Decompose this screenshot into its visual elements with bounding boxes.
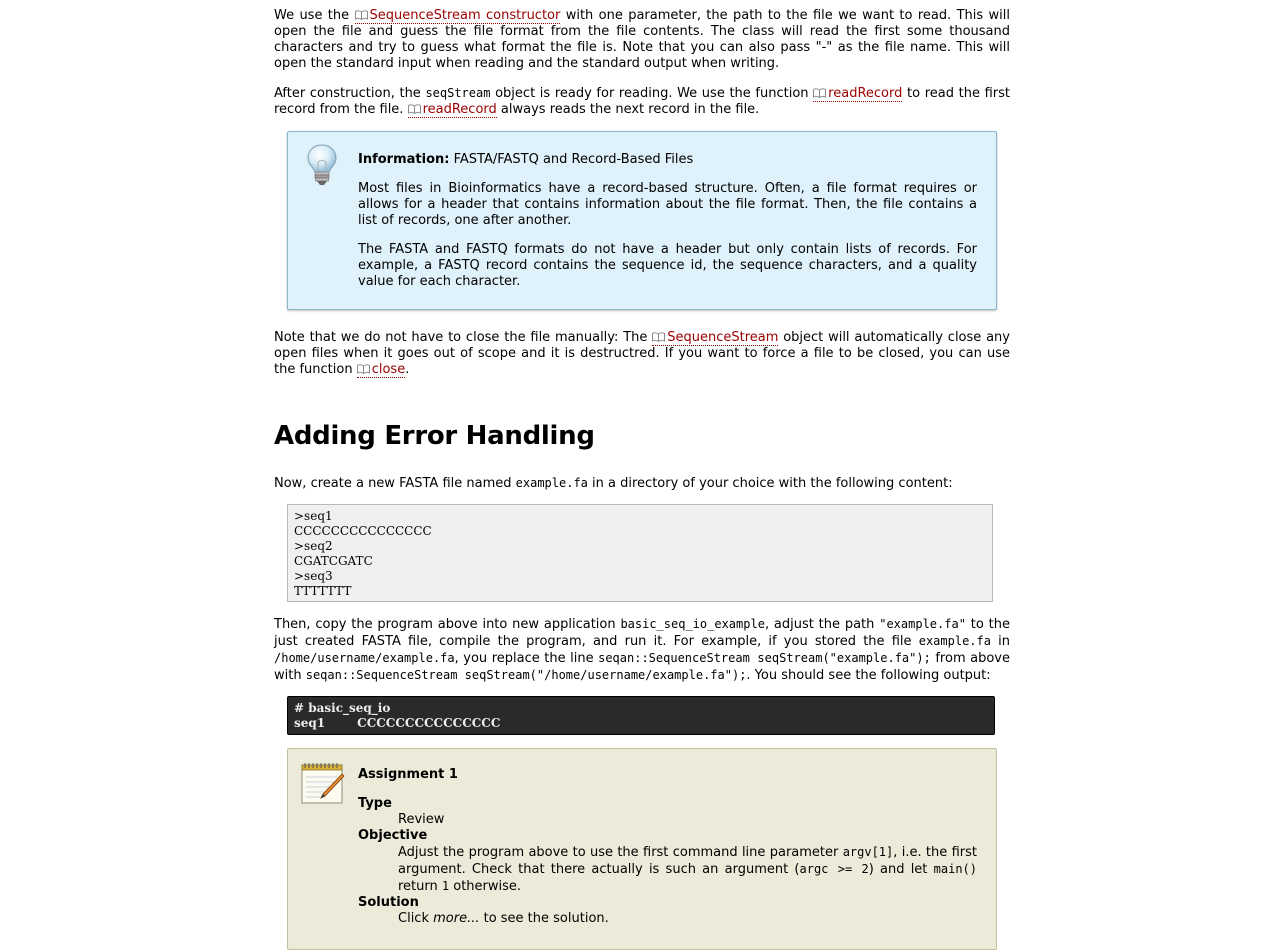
inline-code: example.fa	[918, 634, 991, 648]
inline-code: /home/username/example.fa	[274, 651, 455, 665]
code-line: >seq2	[294, 539, 333, 553]
text: object is ready for reading. We use the …	[490, 86, 814, 101]
inline-code: example.fa	[515, 476, 588, 490]
link-text: readRecord	[422, 102, 497, 117]
type-value: Review	[398, 812, 445, 827]
link-text: SequenceStream	[667, 330, 779, 345]
console-output-line: seq1 CCCCCCCCCCCCCCC	[294, 716, 988, 731]
text: , adjust the path	[764, 617, 880, 632]
text: .	[405, 362, 410, 377]
text: We use the	[274, 8, 355, 23]
solution-value: Click more... to see the solution.	[398, 911, 977, 927]
console-command: # basic_seq_io	[294, 701, 391, 715]
title-bold: Information:	[358, 152, 450, 167]
console-output-block: # basic_seq_io seq1 CCCCCCCCCCCCCCC	[287, 696, 995, 735]
document-content: We use the SequenceStream constructor wi…	[274, 8, 1010, 950]
inline-code: "example.fa"	[879, 617, 966, 631]
lightbulb-icon	[304, 142, 340, 194]
output-sequence: CCCCCCCCCCCCCCC	[357, 716, 501, 730]
inline-code: basic_seq_io_example	[620, 617, 765, 631]
code-line: CCCCCCCCCCCCCCC	[294, 524, 432, 538]
book-icon	[407, 104, 421, 114]
close-link[interactable]: close	[356, 362, 406, 378]
link-text: close	[371, 362, 406, 377]
text: otherwise.	[449, 879, 522, 894]
readrecord-link[interactable]: readRecord	[813, 86, 903, 102]
inline-code: argc >= 2	[799, 862, 869, 876]
link-text: readRecord	[828, 86, 903, 101]
information-box: Information: FASTA/FASTQ and Record-Base…	[287, 131, 997, 310]
inline-code: argv[1]	[842, 845, 894, 859]
book-icon	[652, 332, 666, 342]
text: Then, copy the program above into new ap…	[274, 617, 621, 632]
assignment-details: Type Review Objective Adjust the program…	[358, 796, 977, 927]
objective-value: Adjust the program above to use the firs…	[398, 844, 977, 895]
code-line: TTTTTTT	[294, 584, 352, 598]
code-line: CGATCGATC	[294, 554, 373, 568]
book-icon	[813, 88, 827, 98]
link-text: SequenceStream constructor	[369, 8, 561, 23]
assignment-title: Assignment 1	[358, 767, 458, 782]
notepad-pencil-icon	[300, 761, 346, 809]
assignment-content: Assignment 1 Type Review Objective Adjus…	[358, 767, 977, 927]
text: Click	[398, 911, 434, 926]
solution-label: Solution	[358, 895, 419, 910]
book-icon	[354, 10, 368, 20]
information-title: Information: FASTA/FASTQ and Record-Base…	[358, 152, 977, 168]
objective-label: Objective	[358, 828, 428, 843]
text: After construction, the	[274, 86, 426, 101]
text: , you replace the line	[454, 651, 599, 666]
inline-code: seqan::SequenceStream seqStream("example…	[598, 651, 931, 665]
inline-code: seqan::SequenceStream seqStream("/home/u…	[305, 668, 747, 682]
text: to see the solution.	[479, 911, 609, 926]
text: Adjust the program above to use the firs…	[398, 845, 843, 860]
text: always reads the next record in the file…	[496, 102, 760, 117]
information-paragraph-1: Most files in Bioinformatics have a reco…	[358, 181, 977, 228]
section-heading: Adding Error Handling	[274, 421, 595, 451]
title-rest: FASTA/FASTQ and Record-Based Files	[449, 152, 694, 167]
text: return	[398, 879, 442, 894]
sequencestream-constructor-link[interactable]: SequenceStream constructor	[354, 8, 561, 24]
information-content: Information: FASTA/FASTQ and Record-Base…	[358, 152, 977, 303]
close-paragraph: Note that we do not have to close the fi…	[274, 330, 1010, 378]
code-line: >seq1	[294, 509, 333, 523]
text: . You should see the following output:	[746, 668, 991, 683]
fasta-code-block: >seq1 CCCCCCCCCCCCCCC >seq2 CGATCGATC >s…	[287, 504, 993, 602]
text: Note that we do not have to close the fi…	[274, 330, 653, 345]
more-link[interactable]: more...	[433, 911, 479, 926]
inline-code: seqStream	[425, 86, 491, 100]
intro-paragraph-1: We use the SequenceStream constructor wi…	[274, 8, 1010, 72]
information-paragraph-2: The FASTA and FASTQ formats do not have …	[358, 242, 977, 289]
readrecord-link-2[interactable]: readRecord	[407, 102, 497, 118]
assignment-box: Assignment 1 Type Review Objective Adjus…	[287, 748, 997, 950]
intro-paragraph-2: After construction, the seqStream object…	[274, 85, 1010, 118]
output-id: seq1	[294, 716, 326, 730]
section-paragraph-1: Now, create a new FASTA file named examp…	[274, 475, 1010, 492]
book-icon	[356, 364, 370, 374]
sequencestream-link[interactable]: SequenceStream	[652, 330, 779, 346]
text: in	[990, 634, 1011, 649]
section-paragraph-2: Then, copy the program above into new ap…	[274, 616, 1010, 684]
type-label: Type	[358, 796, 392, 811]
text: in a directory of your choice with the f…	[587, 476, 953, 491]
text: Now, create a new FASTA file named	[274, 476, 516, 491]
inline-code: main()	[933, 862, 977, 876]
text: ) and let	[868, 862, 934, 877]
code-line: >seq3	[294, 569, 333, 583]
